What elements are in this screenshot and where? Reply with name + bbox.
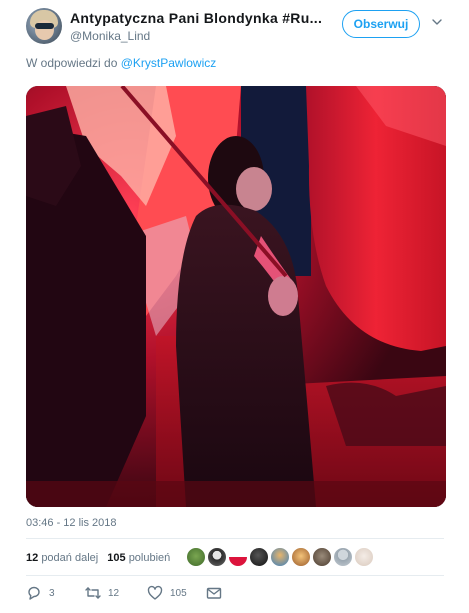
reply-action[interactable]: 3 [26, 584, 55, 602]
retweet-count: 12 [108, 587, 120, 599]
reply-context: W odpowiedzi do @KrystPawlowicz [26, 56, 216, 70]
envelope-icon [206, 587, 222, 599]
liker-avatar[interactable] [186, 547, 206, 567]
divider [26, 575, 444, 576]
author-display-name[interactable]: Antypatyczna Pani Blondynka #Ru... [70, 10, 330, 26]
avatar[interactable] [26, 8, 62, 44]
direct-message-action[interactable] [206, 584, 222, 602]
retweets-label: podań dalej [41, 552, 99, 564]
liker-avatar[interactable] [312, 547, 332, 567]
author-handle[interactable]: @Monika_Lind [70, 29, 330, 43]
liker-avatar[interactable] [291, 547, 311, 567]
author-names[interactable]: Antypatyczna Pani Blondynka #Ru... @Moni… [70, 10, 330, 43]
like-count: 105 [170, 587, 187, 599]
tweet-timestamp[interactable]: 03:46 - 12 lis 2018 [26, 517, 117, 529]
photo-illustration [26, 86, 446, 507]
tweet-header: Antypatyczna Pani Blondynka #Ru... @Moni… [26, 8, 443, 48]
liker-avatar[interactable] [270, 547, 290, 567]
tweet-card: Antypatyczna Pani Blondynka #Ru... @Moni… [0, 0, 469, 613]
retweet-icon [85, 587, 101, 599]
retweets-stat[interactable]: 12 podań dalej [26, 547, 98, 569]
tweet-photo[interactable] [26, 86, 446, 507]
liker-avatar[interactable] [207, 547, 227, 567]
tweet-actions: 3 12 105 [26, 584, 446, 602]
liker-avatar[interactable] [228, 547, 248, 567]
reply-mention-link[interactable]: @KrystPawlowicz [121, 56, 217, 70]
retweets-count: 12 [26, 552, 39, 564]
reply-prefix: W odpowiedzi do [26, 56, 118, 70]
reply-count: 3 [49, 587, 55, 599]
retweet-action[interactable]: 12 [85, 584, 119, 602]
divider [26, 538, 444, 539]
liker-avatar[interactable] [333, 547, 353, 567]
follow-button[interactable]: Obserwuj [342, 10, 420, 38]
liker-avatar[interactable] [249, 547, 269, 567]
reply-icon [28, 586, 40, 600]
likes-stat[interactable]: 105 polubień [107, 547, 170, 569]
chevron-down-icon[interactable] [431, 16, 443, 28]
likes-label: polubień [128, 552, 171, 564]
like-action[interactable]: 105 [147, 584, 187, 602]
engagement-stats: 12 podań dalej 105 polubień [26, 547, 176, 569]
heart-icon [147, 585, 163, 600]
liker-avatar[interactable] [354, 547, 374, 567]
likes-count: 105 [107, 552, 126, 564]
